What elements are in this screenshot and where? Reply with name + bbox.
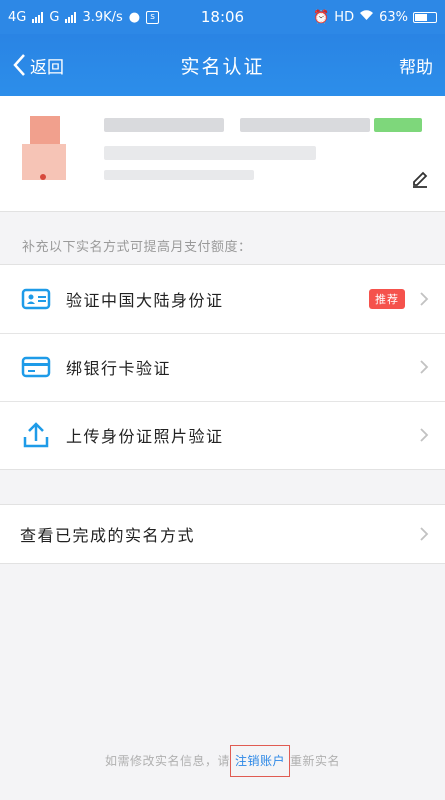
chevron-right-icon (420, 292, 429, 306)
network-type-2: G (49, 9, 60, 25)
method-id-card[interactable]: 验证中国大陆身份证 推荐 (0, 265, 445, 333)
nav-bar: 返回 实名认证 帮助 (0, 34, 445, 96)
footer-note: 如需修改实名信息，请 注销账户 重新实名 (0, 745, 445, 777)
recommend-badge: 推荐 (369, 289, 405, 309)
signal-icon (32, 11, 44, 23)
view-completed-methods[interactable]: 查看已完成的实名方式 (0, 505, 445, 563)
redacted-account (240, 118, 370, 132)
chevron-right-icon (420, 428, 429, 442)
redacted-name (104, 118, 224, 132)
pencil-icon[interactable] (411, 170, 429, 188)
footer-prefix: 如需修改实名信息，请 (104, 754, 230, 768)
chat-icon: ● (128, 9, 141, 25)
verification-methods-list: 验证中国大陆身份证 推荐 绑银行卡验证 上传身份证照片验证 (0, 264, 445, 470)
method-label: 绑银行卡验证 (66, 359, 172, 378)
id-card-icon (20, 283, 52, 315)
redacted-detail (104, 146, 316, 160)
back-label: 返回 (30, 57, 64, 78)
section-hint: 补充以下实名方式可提高月支付额度： (22, 240, 252, 255)
method-upload-id-photo[interactable]: 上传身份证照片验证 (0, 401, 445, 469)
bank-card-icon (20, 351, 52, 383)
cancel-account-link[interactable]: 注销账户 (229, 745, 290, 777)
chevron-right-icon (420, 527, 429, 541)
method-label: 上传身份证照片验证 (66, 427, 224, 446)
back-button[interactable]: 返回 (12, 34, 64, 96)
redacted-status (374, 118, 422, 132)
method-label: 验证中国大陆身份证 (66, 291, 224, 310)
profile-card (0, 96, 445, 212)
wifi-icon (359, 9, 374, 25)
avatar (22, 116, 72, 186)
battery-icon (413, 11, 437, 23)
completed-methods-list: 查看已完成的实名方式 (0, 504, 445, 564)
chevron-left-icon (13, 54, 25, 76)
chevron-right-icon (420, 360, 429, 374)
completed-label: 查看已完成的实名方式 (20, 526, 196, 545)
method-bank-card[interactable]: 绑银行卡验证 (0, 333, 445, 401)
hd-label: HD (334, 9, 355, 25)
network-type-1: 4G (8, 9, 27, 25)
alarm-icon: ⏰ (313, 9, 330, 25)
status-left: 4G G 3.9K/s ● s (8, 9, 160, 25)
status-right: ⏰ HD 63% (313, 9, 437, 25)
signal-icon-2 (65, 11, 77, 23)
network-speed: 3.9K/s (82, 9, 123, 25)
notification-icon: s (146, 10, 160, 24)
upload-icon (20, 419, 52, 451)
page-title: 实名认证 (180, 55, 265, 78)
redacted-detail-2 (104, 170, 254, 180)
footer-suffix: 重新实名 (290, 754, 341, 768)
help-button[interactable]: 帮助 (399, 34, 433, 96)
battery-percent: 63% (379, 9, 408, 25)
status-bar: 4G G 3.9K/s ● s 18:06 ⏰ HD 63% (0, 0, 445, 34)
